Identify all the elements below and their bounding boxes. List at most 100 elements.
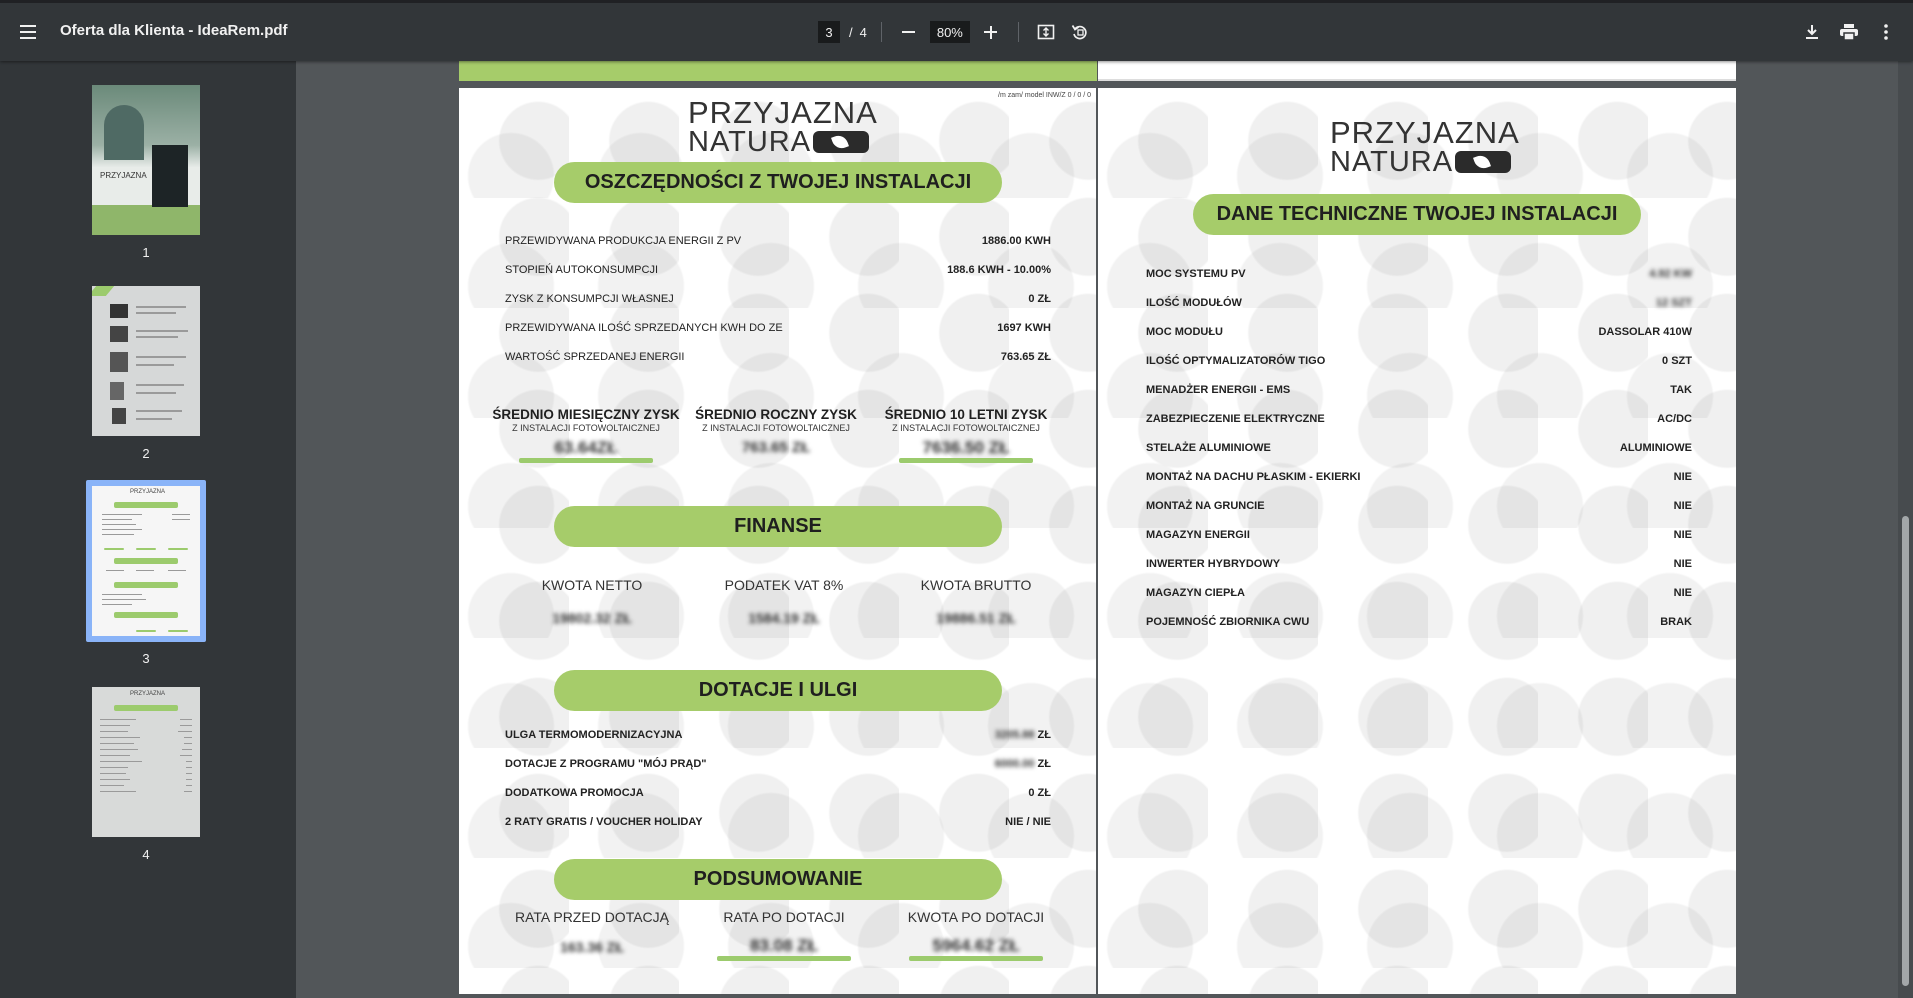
row-value: AC/DC [1657, 413, 1692, 425]
leaf-icon [813, 131, 870, 153]
pdf-toolbar: Oferta dla Klienta - IdeaRem.pdf / 4 [0, 0, 1913, 61]
summary-value: 5964.62 ZŁ [932, 936, 1020, 955]
tech-row: ZABEZPIECZENIE ELEKTRYCZNE AC/DC [1146, 413, 1692, 427]
summary-label: RATA PO DOTACJI [723, 909, 845, 925]
row-label: WARTOŚĆ SPRZEDANEJ ENERGII [505, 351, 685, 363]
page-number-input[interactable] [818, 21, 840, 43]
logo-line-2: NATURA [688, 126, 812, 158]
thumbnail-page-1[interactable]: PRZYJAZNA 1 [92, 85, 200, 260]
vertical-scrollbar[interactable] [1898, 61, 1913, 998]
previous-page-bottom [459, 61, 1097, 81]
stat-underline [519, 458, 653, 463]
stat-underline [899, 458, 1033, 463]
thumbnail-page-2[interactable]: 2 [92, 286, 200, 461]
thumbnail-number: 1 [142, 245, 150, 260]
row-label: STOPIEŃ AUTOKONSUMPCJI [505, 264, 659, 276]
page-separator: / [849, 24, 853, 40]
finance-label: PODATEK VAT 8% [724, 577, 844, 593]
row-value: NIE / NIE [1005, 816, 1051, 828]
summary-value-box: 5964.62 ZŁ [876, 936, 1076, 961]
minus-icon [902, 31, 916, 33]
pdf-page-4: PRZYJAZNA NATURA DANE TECHNICZNE TWOJEJ … [1098, 88, 1736, 994]
zoom-in-button[interactable] [978, 19, 1004, 45]
print-button[interactable] [1836, 19, 1862, 45]
scrollbar-thumb[interactable] [1902, 516, 1909, 986]
stat-ten-year-profit: ŚREDNIO 10 LETNI ZYSK Z INSTALACJI FOTOW… [871, 407, 1061, 463]
row-label: ILOŚĆ MODUŁÓW [1146, 297, 1242, 309]
toolbar-actions [1799, 19, 1899, 45]
subsidy-row: ULGA TERMOMODERNIZACYJNA 3205.88 ZŁ [505, 729, 1051, 743]
row-value: 0 SZT [1662, 355, 1692, 367]
thumbnail-image: PRZYJAZNA [92, 486, 200, 636]
menu-icon[interactable] [16, 20, 40, 44]
stat-yearly-profit: ŚREDNIO ROCZNY ZYSK Z INSTALACJI FOTOWOL… [681, 407, 871, 456]
logo-line-1: PRZYJAZNA [1330, 115, 1520, 150]
plus-icon [984, 25, 998, 39]
tech-row: MOC MODUŁU DASSOLAR 410W [1146, 326, 1692, 340]
savings-row: PRZEWIDYWANA ILOŚĆ SPRZEDANYCH KWH DO ZE… [505, 322, 1051, 336]
logo-line-2: NATURA [1330, 146, 1454, 178]
zoom-out-button[interactable] [896, 19, 922, 45]
logo-line-1: PRZYJAZNA [688, 95, 878, 130]
row-value: 763.65 ZŁ [1000, 351, 1051, 363]
tech-row: INWERTER HYBRYDOWY NIE [1146, 558, 1692, 572]
row-label: ZYSK Z KONSUMPCJI WŁASNEJ [505, 293, 674, 305]
stat-value: 7636.50 ZŁ [922, 438, 1010, 457]
pdf-page-3: /m zam/ model INW/Z 0 / 0 / 0 PRZYJAZNA … [459, 88, 1096, 994]
summary-label: RATA PRZED DOTACJĄ [514, 909, 669, 925]
row-value: NIE [1673, 558, 1692, 570]
savings-row: WARTOŚĆ SPRZEDANEJ ENERGII 763.65 ZŁ [505, 351, 1051, 365]
finance-label: KWOTA NETTO [541, 577, 643, 593]
finance-label: KWOTA BRUTTO [920, 577, 1032, 593]
document-code: /m zam/ model INW/Z 0 / 0 / 0 [998, 92, 1091, 99]
value-underline [909, 956, 1043, 961]
document-viewer[interactable]: /m zam/ model INW/Z 0 / 0 / 0 PRZYJAZNA … [296, 61, 1913, 998]
document-title: Oferta dla Klienta - IdeaRem.pdf [60, 22, 288, 39]
savings-row: STOPIEŃ AUTOKONSUMPCJI 188.6 KWH - 10.00% [505, 264, 1051, 278]
savings-row: PRZEWIDYWANA PRODUKCJA ENERGII Z PV 1886.… [505, 235, 1051, 249]
row-value: 6000.00 ZŁ [994, 758, 1051, 770]
stat-title: ŚREDNIO ROCZNY ZYSK [695, 407, 857, 422]
row-value: 188.6 KWH - 10.00% [947, 264, 1051, 276]
rotate-icon [1071, 25, 1087, 40]
stat-subtitle: Z INSTALACJI FOTOWOLTAICZNEJ [512, 423, 660, 433]
savings-heading: OSZCZĘDNOŚCI Z TWOJEJ INSTALACJI [554, 162, 1002, 203]
thumbnail-image: PRZYJAZNA [92, 85, 200, 235]
fit-page-icon [1037, 24, 1055, 40]
tech-row: MONTAŻ NA DACHU PŁASKIM - EKIERKI NIE [1146, 471, 1692, 485]
row-value: BRAK [1660, 616, 1692, 628]
fit-to-page-button[interactable] [1033, 19, 1059, 45]
row-label: STELAŻE ALUMINIOWE [1146, 442, 1271, 454]
thumbnail-sidebar: PRZYJAZNA 1 2 PRZYJAZNA 3 PRZYJAZNA 4 [0, 61, 296, 998]
rotate-button[interactable] [1067, 19, 1093, 45]
thumbnail-page-4[interactable]: PRZYJAZNA 4 [92, 687, 200, 862]
tech-row: ILOŚĆ OPTYMALIZATORÓW TIGO 0 SZT [1146, 355, 1692, 369]
finance-value: 1584.19 ZŁ [748, 610, 820, 626]
row-value: 12 SZT [1655, 297, 1692, 309]
row-value: NIE [1673, 587, 1692, 599]
thumbnail-number: 4 [142, 847, 150, 862]
row-label: ILOŚĆ OPTYMALIZATORÓW TIGO [1146, 355, 1326, 367]
row-value: NIE [1673, 529, 1692, 541]
tech-row: STELAŻE ALUMINIOWE ALUMINIOWE [1146, 442, 1692, 456]
row-label: MOC SYSTEMU PV [1146, 268, 1246, 280]
tech-row: MONTAŻ NA GRUNCIE NIE [1146, 500, 1692, 514]
row-label: MONTAŻ NA GRUNCIE [1146, 500, 1265, 512]
tech-row: POJEMNOŚĆ ZBIORNIKA CWU BRAK [1146, 616, 1692, 630]
total-pages: 4 [859, 24, 867, 40]
stat-value: 63.64ZŁ [554, 438, 618, 457]
more-options-button[interactable] [1873, 19, 1899, 45]
download-icon [1806, 25, 1818, 39]
row-label: ULGA TERMOMODERNIZACYJNA [505, 729, 683, 741]
company-logo: PRZYJAZNA NATURA [688, 95, 878, 158]
thumbnail-page-3[interactable]: PRZYJAZNA 3 [86, 480, 206, 666]
row-label: DODATKOWA PROMOCJA [505, 787, 644, 799]
savings-row: ZYSK Z KONSUMPCJI WŁASNEJ 0 ZŁ [505, 293, 1051, 307]
row-value: 0 ZŁ [1028, 293, 1051, 305]
previous-page-bottom-right [1098, 61, 1736, 81]
tech-row: MENADŻER ENERGII - EMS TAK [1146, 384, 1692, 398]
thumbnail-number: 3 [142, 651, 150, 666]
row-value: NIE [1673, 500, 1692, 512]
download-button[interactable] [1799, 19, 1825, 45]
zoom-input[interactable] [929, 21, 970, 43]
